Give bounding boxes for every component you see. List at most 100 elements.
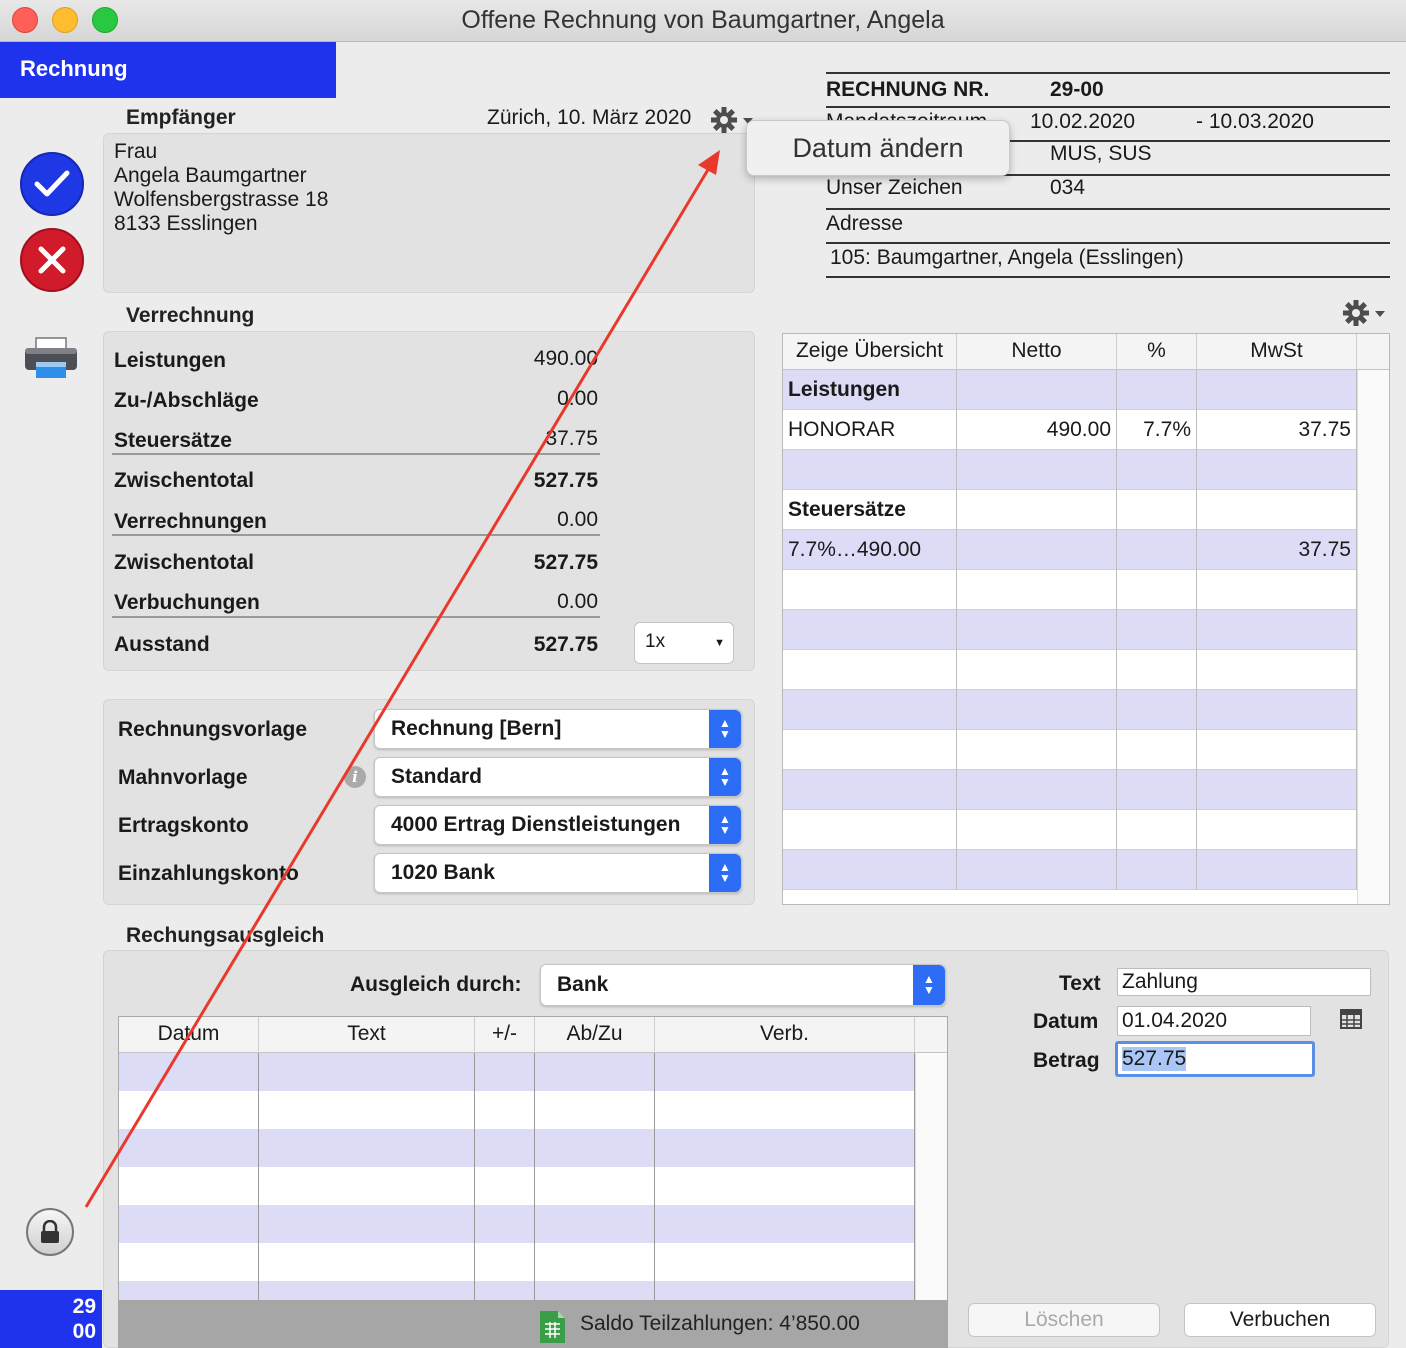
saldo-bar: Saldo Teilzahlungen: 4’850.00 (118, 1300, 948, 1348)
calendar-button[interactable] (1340, 1009, 1362, 1031)
column-header[interactable]: Datum (119, 1017, 259, 1053)
table-cell (783, 690, 957, 730)
table-cell (1117, 370, 1197, 410)
template-label: Ertragskonto (118, 814, 249, 837)
row-label: Ausstand (114, 633, 210, 656)
table-row[interactable] (119, 1091, 915, 1129)
overview-settings-button[interactable] (1342, 298, 1388, 328)
table-cell (1197, 570, 1357, 610)
amount-label: Betrag (1033, 1049, 1100, 1072)
table-cell (783, 650, 957, 690)
table-cell (1197, 730, 1357, 770)
column-header[interactable]: Verb. (655, 1017, 915, 1053)
change-date-menu-item[interactable]: Datum ändern (746, 120, 1010, 176)
cancel-button[interactable] (20, 228, 84, 292)
table-row[interactable] (119, 1243, 915, 1281)
table-row[interactable] (783, 650, 1357, 690)
invoice-template-select[interactable]: Rechnung [Bern] ▲ ▼ (374, 709, 742, 749)
table-cell (957, 610, 1117, 650)
table-cell: Steuersätze (783, 490, 957, 530)
table-row[interactable] (119, 1205, 915, 1243)
payment-method-select[interactable]: Bank ▲ ▼ (540, 964, 946, 1006)
table-row[interactable]: Leistungen (783, 370, 1357, 410)
header-divider (826, 276, 1390, 278)
address-value[interactable]: 105: Baumgartner, Angela (Esslingen) (830, 246, 1184, 270)
table-cell (957, 650, 1117, 690)
copies-value: 1x (645, 631, 666, 652)
table-row[interactable]: 7.7%…490.00 37.75 (783, 530, 1357, 570)
period-from[interactable]: 10.02.2020 (1030, 110, 1135, 134)
table-row[interactable] (783, 730, 1357, 770)
column-header[interactable]: Text (259, 1017, 475, 1053)
table-row[interactable] (119, 1129, 915, 1167)
templates-panel: Rechnungsvorlage Rechnung [Bern] ▲ ▼ Mahn… (103, 699, 755, 905)
table-row[interactable] (119, 1053, 915, 1091)
payment-text-input[interactable]: Zahlung (1117, 968, 1371, 996)
lock-button[interactable] (26, 1208, 74, 1256)
scrollbar[interactable] (1357, 370, 1389, 904)
tab-rechnung[interactable]: Rechnung (0, 42, 336, 98)
header-divider (826, 208, 1390, 210)
period-to[interactable]: - 10.03.2020 (1196, 110, 1314, 134)
select-value: 4000 Ertrag Dienstleistungen (391, 813, 681, 836)
printer-icon (25, 337, 77, 378)
template-label: Mahnvorlage (118, 766, 248, 789)
table-cell (783, 610, 957, 650)
overview-table[interactable]: Zeige Übersicht Netto % MwSt Leistungen H… (782, 333, 1390, 905)
column-header[interactable]: Ab/Zu (535, 1017, 655, 1053)
column-header[interactable]: +/- (475, 1017, 535, 1053)
table-row[interactable] (783, 770, 1357, 810)
payment-date-input[interactable]: 01.04.2020 (1117, 1006, 1311, 1036)
table-row[interactable]: HONORAR 490.00 7.7% 37.75 (783, 410, 1357, 450)
recipient-address[interactable]: Frau Angela Baumgartner Wolfensbergstras… (103, 133, 755, 293)
select-value: Bank (557, 973, 609, 996)
column-header[interactable]: Zeige Übersicht (783, 334, 957, 370)
confirm-button[interactable] (20, 152, 84, 216)
delete-button[interactable]: Löschen (968, 1303, 1160, 1337)
table-cell (655, 1053, 915, 1091)
table-row[interactable] (783, 570, 1357, 610)
row-value: 0.00 (557, 590, 598, 613)
table-cell (535, 1053, 655, 1091)
table-cell (535, 1091, 655, 1129)
table-cell (783, 570, 957, 610)
header-divider (826, 72, 1390, 74)
table-cell (259, 1167, 475, 1205)
calendar-icon (1340, 1009, 1362, 1029)
sum-divider (112, 534, 600, 536)
post-button[interactable]: Verbuchen (1184, 1303, 1376, 1337)
deposit-account-select[interactable]: 1020 Bank ▲ ▼ (374, 853, 742, 893)
scrollbar[interactable] (915, 1053, 947, 1301)
column-header[interactable]: % (1117, 334, 1197, 370)
table-cell (655, 1205, 915, 1243)
table-cell (259, 1053, 475, 1091)
row-value: 490.00 (533, 347, 598, 370)
revenue-account-select[interactable]: 4000 Ertrag Dienstleistungen ▲ ▼ (374, 805, 742, 845)
table-cell (119, 1281, 259, 1301)
spreadsheet-icon[interactable] (538, 1310, 566, 1344)
table-cell (1197, 650, 1357, 690)
column-header[interactable]: Netto (957, 334, 1117, 370)
column-header[interactable]: MwSt (1197, 334, 1357, 370)
reminder-template-select[interactable]: Standard ▲ ▼ (374, 757, 742, 797)
payment-amount-input[interactable]: 527.75 (1115, 1041, 1315, 1077)
table-row[interactable]: Steuersätze (783, 490, 1357, 530)
table-row[interactable] (119, 1281, 915, 1301)
table-cell (259, 1281, 475, 1301)
table-row[interactable] (783, 690, 1357, 730)
print-button[interactable] (22, 336, 80, 382)
table-row[interactable] (119, 1167, 915, 1205)
table-cell (1117, 450, 1197, 490)
table-row[interactable] (783, 450, 1357, 490)
payments-table[interactable]: Datum Text +/- Ab/Zu Verb. (118, 1016, 948, 1302)
badge-line-1: 29 (72, 1295, 96, 1318)
recipient-heading: Empfänger (126, 106, 236, 129)
table-row[interactable] (783, 810, 1357, 850)
copies-select[interactable]: 1x ▼ (634, 622, 734, 664)
invoice-date: Zürich, 10. März 2020 (487, 106, 692, 129)
info-icon[interactable]: i (344, 766, 366, 788)
address-label: Adresse (826, 212, 904, 235)
table-cell (1197, 370, 1357, 410)
table-row[interactable] (783, 850, 1357, 890)
table-row[interactable] (783, 610, 1357, 650)
